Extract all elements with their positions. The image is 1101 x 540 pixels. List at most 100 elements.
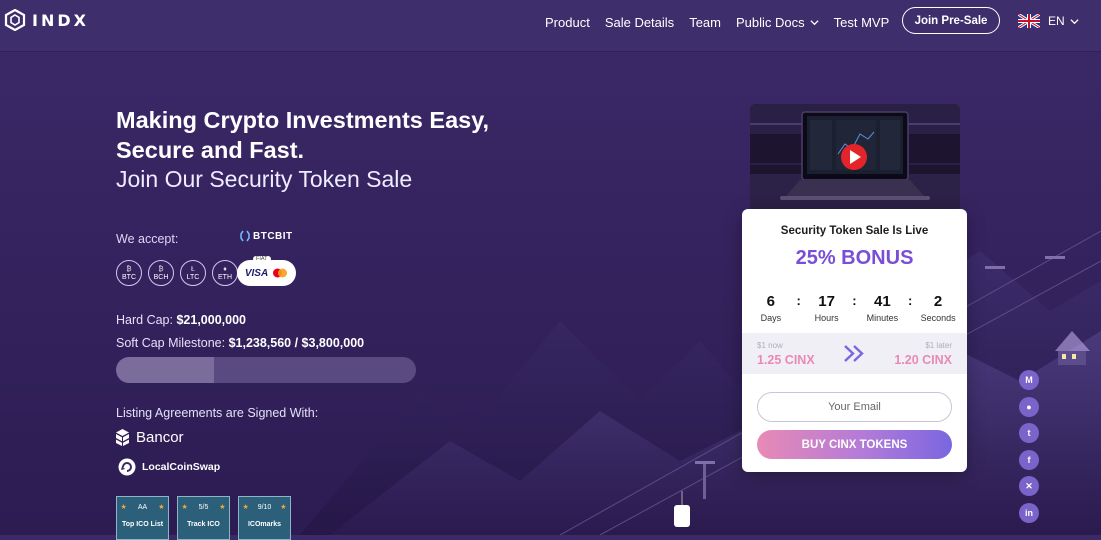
chevron-down-icon bbox=[810, 19, 819, 25]
ltc-coin: Ł LTC bbox=[180, 260, 206, 286]
litecoin-icon: Ł bbox=[191, 265, 195, 273]
countdown-separator: : bbox=[908, 293, 913, 308]
countdown-seconds: 2 Seconds bbox=[918, 293, 958, 323]
nav-product[interactable]: Product bbox=[545, 15, 590, 30]
star-icons: ★ ★ bbox=[243, 503, 287, 511]
btcbit-text: BTCBIT bbox=[253, 230, 293, 242]
language-label: EN bbox=[1048, 14, 1065, 28]
localcoinswap-logo: LocalCoinSwap bbox=[118, 458, 220, 476]
countdown-label: Hours bbox=[814, 313, 839, 323]
xing-icon[interactable]: ✕ bbox=[1019, 476, 1039, 496]
listing-label: Listing Agreements are Signed With: bbox=[116, 406, 319, 420]
bonus-text: 25% BONUS bbox=[795, 247, 914, 269]
nav-public-docs-label: Public Docs bbox=[735, 14, 805, 30]
reddit-icon[interactable]: ● bbox=[1019, 396, 1039, 417]
star-icon: ★ bbox=[120, 504, 127, 511]
countdown-separator: : bbox=[852, 293, 857, 308]
soft-cap-progress-bar bbox=[116, 357, 416, 383]
btcbit-icon bbox=[240, 230, 250, 242]
countdown-days: 6 Days bbox=[751, 293, 791, 323]
price-later-label: $1 later bbox=[925, 341, 952, 350]
bitcoin-icon: ₿ bbox=[126, 265, 132, 273]
price-now-label: $1 now bbox=[757, 341, 783, 350]
bch-coin: ₿ BCH bbox=[148, 260, 174, 286]
uk-flag-icon bbox=[1018, 14, 1040, 28]
price-now-value: 1.25 CINX bbox=[757, 353, 815, 367]
rating-badge[interactable]: AA ★ ★ Top ICO List bbox=[116, 496, 169, 540]
hard-cap-label: Hard Cap: bbox=[116, 313, 173, 327]
countdown-minutes: 41 Minutes bbox=[862, 293, 902, 323]
star-icon: ★ bbox=[181, 504, 188, 511]
fiat-tag: FIAT bbox=[253, 256, 271, 262]
star-icon: ★ bbox=[158, 504, 165, 511]
nav-test-mvp[interactable]: Test MVP bbox=[834, 15, 890, 30]
countdown-value: 17 bbox=[818, 293, 835, 310]
rating-badges: AA ★ ★ Top ICO List 5/5 ★ ★ Track ICO 9/10… bbox=[116, 496, 299, 540]
medium-icon[interactable]: M bbox=[1019, 370, 1039, 390]
main-nav: Product Sale Details Team Public Docs Te… bbox=[545, 0, 904, 44]
join-presale-button[interactable]: Join Pre-Sale bbox=[902, 7, 1000, 34]
star-icons: ★ ★ bbox=[182, 503, 226, 511]
hard-cap: Hard Cap: $21,000,000 bbox=[116, 313, 246, 327]
top-navbar: INDX Product Sale Details Team Public Do… bbox=[0, 0, 1101, 51]
btcbit-logo: BTCBIT bbox=[240, 230, 293, 242]
buy-tokens-button[interactable]: BUY CINX TOKENS bbox=[757, 430, 952, 459]
language-selector[interactable]: EN bbox=[1018, 14, 1079, 28]
email-input[interactable] bbox=[757, 392, 952, 422]
rating-badge[interactable]: 5/5 ★ ★ Track ICO bbox=[177, 496, 230, 540]
soft-cap-label: Soft Cap Milestone: bbox=[116, 336, 226, 350]
rating-name: ICOmarks bbox=[247, 521, 282, 528]
chevron-down-icon bbox=[1070, 18, 1079, 24]
price-later-value: 1.20 CINX bbox=[894, 353, 952, 367]
logo-text: INDX bbox=[32, 10, 89, 30]
countdown-value: 6 bbox=[766, 293, 776, 310]
progress-fill bbox=[116, 357, 214, 383]
countdown-value: 41 bbox=[874, 293, 891, 310]
soft-cap-value: $1,238,560 / $3,800,000 bbox=[228, 336, 365, 350]
countdown-timer: 6 Days : 17 Hours : 41 Minutes : 2 Secon… bbox=[742, 293, 967, 323]
soft-cap: Soft Cap Milestone: $1,238,560 / $3,800,… bbox=[116, 336, 364, 350]
ethereum-icon: ♦ bbox=[223, 265, 227, 273]
star-icons: ★ ★ bbox=[121, 503, 165, 511]
bancor-logo: Bancor bbox=[116, 429, 184, 446]
star-icon: ★ bbox=[280, 504, 287, 511]
nav-public-docs[interactable]: Public Docs bbox=[736, 15, 819, 30]
btc-coin: ₿ BTC bbox=[116, 260, 142, 286]
logo[interactable]: INDX bbox=[4, 9, 89, 31]
countdown-label: Days bbox=[760, 313, 782, 323]
coin-label: LTC bbox=[186, 273, 200, 281]
star-icon: ★ bbox=[219, 504, 226, 511]
hero-title: Making Crypto Investments Easy, Secure a… bbox=[116, 107, 490, 163]
token-sale-card: Security Token Sale Is Live 25% BONUS 6 … bbox=[742, 209, 967, 472]
nav-sale-details[interactable]: Sale Details bbox=[605, 15, 674, 30]
visa-logo: VISA bbox=[244, 267, 269, 279]
nav-team[interactable]: Team bbox=[689, 15, 721, 30]
double-chevron-right-icon bbox=[844, 345, 864, 362]
promo-video[interactable] bbox=[750, 104, 960, 210]
eth-coin: ♦ ETH bbox=[212, 260, 238, 286]
coin-label: BTC bbox=[122, 273, 136, 281]
bancor-icon bbox=[116, 429, 129, 446]
localcoinswap-text: LocalCoinSwap bbox=[142, 461, 221, 473]
bancor-text: Bancor bbox=[136, 429, 184, 446]
rating-badge[interactable]: 9/10 ★ ★ ICOmarks bbox=[238, 496, 291, 540]
countdown-separator: : bbox=[796, 293, 801, 308]
mastercard-icon bbox=[273, 268, 288, 278]
social-links: M ● t f ✕ in bbox=[1019, 370, 1039, 529]
price-comparison: $1 now 1.25 CINX $1 later 1.20 CINX bbox=[742, 333, 967, 374]
rating-name: Top ICO List bbox=[121, 521, 164, 528]
linkedin-icon[interactable]: in bbox=[1019, 502, 1039, 523]
countdown-label: Minutes bbox=[866, 313, 899, 323]
coin-label: ETH bbox=[218, 273, 232, 281]
facebook-icon[interactable]: f bbox=[1019, 449, 1039, 470]
cindx-logo-icon bbox=[4, 9, 26, 31]
accepted-coins: ₿ BTC ₿ BCH Ł LTC ♦ ETH bbox=[116, 260, 244, 286]
countdown-label: Seconds bbox=[920, 313, 956, 323]
hard-cap-value: $21,000,000 bbox=[176, 313, 246, 327]
localcoinswap-icon bbox=[118, 458, 136, 476]
sale-status-title: Security Token Sale Is Live bbox=[780, 225, 929, 237]
star-icon: ★ bbox=[242, 504, 249, 511]
payments-label: We accept: bbox=[116, 232, 179, 246]
twitter-icon[interactable]: t bbox=[1019, 423, 1039, 443]
rating-name: Track ICO bbox=[187, 521, 220, 528]
